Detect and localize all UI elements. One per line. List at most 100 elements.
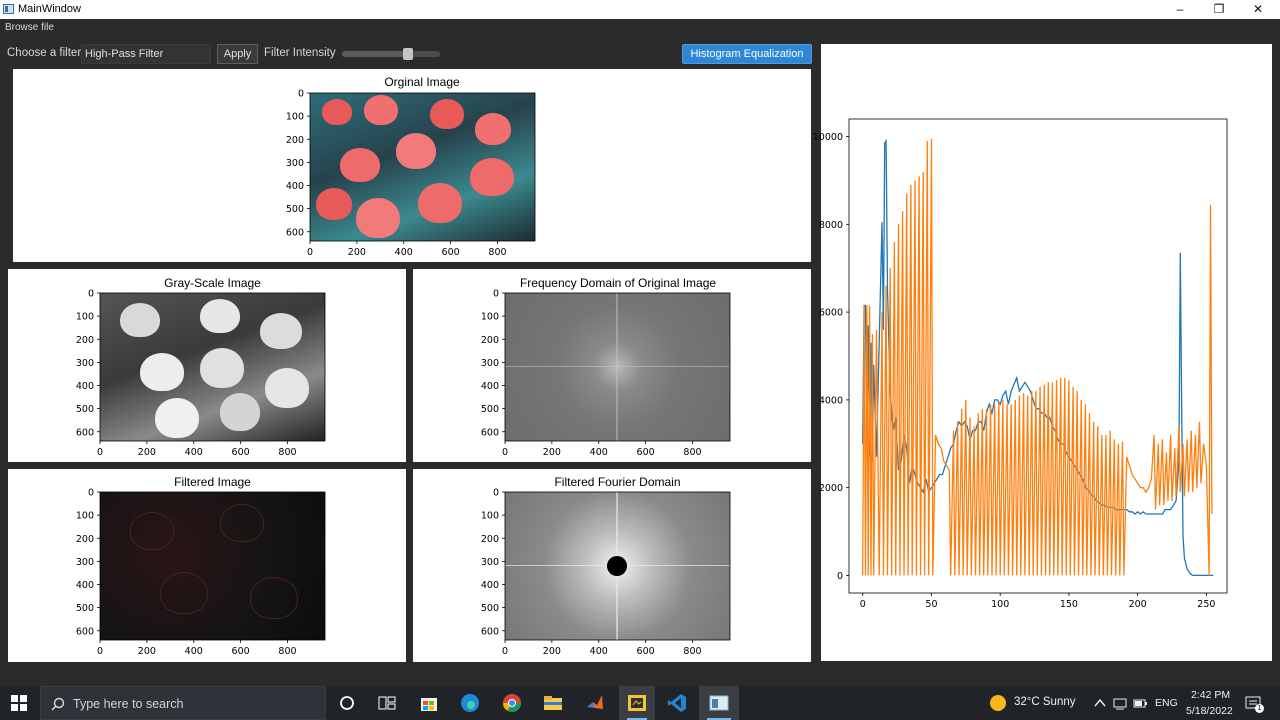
axes-frame: [99, 292, 326, 442]
taskbar-app-active-1[interactable]: [619, 686, 655, 720]
x-tick-label: 600: [637, 646, 655, 657]
x-tick-label: 600: [442, 247, 460, 258]
menu-browse-file[interactable]: Browse file: [5, 22, 54, 33]
y-tick-label: 600: [481, 427, 499, 438]
y-tick-label: 200: [286, 135, 304, 146]
clock-date[interactable]: 5/18/2022: [1186, 705, 1233, 717]
x-tick-label: 400: [185, 646, 203, 657]
histogram-y-tick-label: 6000: [819, 308, 843, 319]
axes-frame: [99, 491, 326, 641]
x-tick-label: 600: [232, 646, 250, 657]
python-window-icon: [709, 695, 729, 711]
maximize-button[interactable]: ❐: [1199, 0, 1239, 19]
x-tick-label: 800: [488, 247, 506, 258]
y-tick-label: 0: [298, 89, 304, 100]
x-tick-label: 600: [637, 447, 655, 458]
filter-intensity-slider[interactable]: [342, 51, 440, 57]
search-placeholder: Type here to search: [73, 697, 184, 711]
chevron-up-icon[interactable]: [1093, 696, 1107, 710]
x-tick-label: 800: [278, 646, 296, 657]
chrome-icon[interactable]: [502, 693, 522, 713]
y-tick-label: 400: [481, 381, 499, 392]
y-tick-label: 200: [76, 534, 94, 545]
y-tick-label: 0: [493, 488, 499, 499]
x-tick-label: 200: [543, 646, 561, 657]
x-tick-label: 0: [97, 447, 103, 458]
filter-select[interactable]: High-Pass Filter: [81, 44, 211, 64]
x-tick-label: 400: [395, 247, 413, 258]
x-tick-label: 0: [307, 247, 313, 258]
notifications-icon[interactable]: 1: [1245, 695, 1264, 713]
y-tick-label: 300: [286, 158, 304, 169]
histogram-y-tick-label: 8000: [819, 220, 843, 231]
y-tick-label: 100: [76, 511, 94, 522]
qt-designer-icon: [628, 695, 646, 711]
taskbar-app-active-2[interactable]: [699, 686, 739, 720]
menu-bar: Browse file: [0, 19, 1280, 38]
histogram-chart: 0 50 100 150 200 250 0 2000 4000 6000 8000 10000: [813, 118, 1228, 610]
filtered-image-panel: Filtered Image 0 200 400 600 800 0 100 200 300 40…: [8, 469, 406, 662]
y-tick-label: 100: [286, 112, 304, 123]
y-tick-label: 500: [481, 603, 499, 614]
histogram-y-tick-label: 0: [837, 571, 843, 582]
y-tick-label: 400: [286, 181, 304, 192]
clock-time[interactable]: 2:42 PM: [1191, 689, 1230, 701]
original-image-axes: 0 200 400 600 800 0 100 200 300 400 500 600: [286, 89, 536, 258]
network-icon[interactable]: [1113, 696, 1127, 710]
histogram-equalization-button[interactable]: Histogram Equalization: [682, 44, 812, 64]
y-tick-label: 600: [481, 626, 499, 637]
matlab-icon[interactable]: [585, 693, 605, 713]
y-tick-label: 200: [481, 534, 499, 545]
x-tick-label: 0: [502, 646, 508, 657]
y-tick-label: 500: [481, 404, 499, 415]
histogram-y-tick-label: 2000: [819, 483, 843, 494]
x-tick-label: 200: [543, 447, 561, 458]
frequency-domain-axes: 0 200 400 600 800 0 100 200 300 400 500 600: [481, 289, 731, 458]
window-title: MainWindow: [18, 3, 81, 15]
y-tick-label: 600: [76, 427, 94, 438]
y-tick-label: 300: [481, 358, 499, 369]
x-tick-label: 400: [185, 447, 203, 458]
y-tick-label: 400: [76, 580, 94, 591]
x-tick-label: 200: [348, 247, 366, 258]
x-tick-label: 800: [683, 646, 701, 657]
axes-frame: [504, 292, 731, 442]
y-tick-label: 300: [481, 557, 499, 568]
original-image-panel: Orginal Image 0 200 400 600 800 0 100 200 300 400…: [13, 69, 811, 262]
battery-icon[interactable]: [1133, 696, 1147, 710]
y-tick-label: 300: [76, 557, 94, 568]
histogram-x-tick-label: 150: [1060, 599, 1078, 610]
axes-frame: [504, 491, 731, 641]
cortana-icon[interactable]: [337, 693, 357, 713]
gray-scale-axes: 0 200 400 600 800 0 100 200 300 400 500 600: [76, 289, 326, 458]
x-tick-label: 600: [232, 447, 250, 458]
x-tick-label: 800: [683, 447, 701, 458]
choose-filter-label: Choose a filter: [7, 47, 82, 59]
y-tick-label: 200: [481, 335, 499, 346]
slider-handle[interactable]: [403, 48, 413, 60]
slider-fill: [342, 51, 405, 57]
taskbar-search-box[interactable]: Type here to search: [40, 686, 326, 720]
minimize-button[interactable]: –: [1160, 0, 1200, 19]
frequency-domain-panel: Frequency Domain of Original Image 0 200 4…: [413, 269, 811, 462]
store-icon[interactable]: [419, 693, 439, 713]
app-icon: [3, 4, 14, 14]
file-explorer-icon[interactable]: [543, 693, 563, 713]
y-tick-label: 100: [481, 312, 499, 323]
y-tick-label: 200: [76, 335, 94, 346]
windows-start-icon[interactable]: [11, 695, 27, 711]
notification-count: 1: [1255, 704, 1264, 713]
histogram-x-tick-label: 200: [1129, 599, 1147, 610]
vscode-icon[interactable]: [667, 693, 687, 713]
apply-button[interactable]: Apply: [217, 44, 258, 64]
x-tick-label: 400: [590, 646, 608, 657]
weather-sun-icon[interactable]: [989, 694, 1007, 712]
close-button[interactable]: ✕: [1238, 0, 1278, 19]
weather-text[interactable]: 32°C Sunny: [1014, 696, 1076, 708]
histogram-x-tick-label: 250: [1197, 599, 1215, 610]
y-tick-label: 500: [76, 404, 94, 415]
edge-icon[interactable]: [460, 693, 480, 713]
language-indicator[interactable]: ENG: [1155, 697, 1178, 709]
filtered-fourier-panel: Filtered Fourier Domain 0 200 400 600 800 0 10…: [413, 469, 811, 662]
task-view-icon[interactable]: [377, 693, 397, 713]
